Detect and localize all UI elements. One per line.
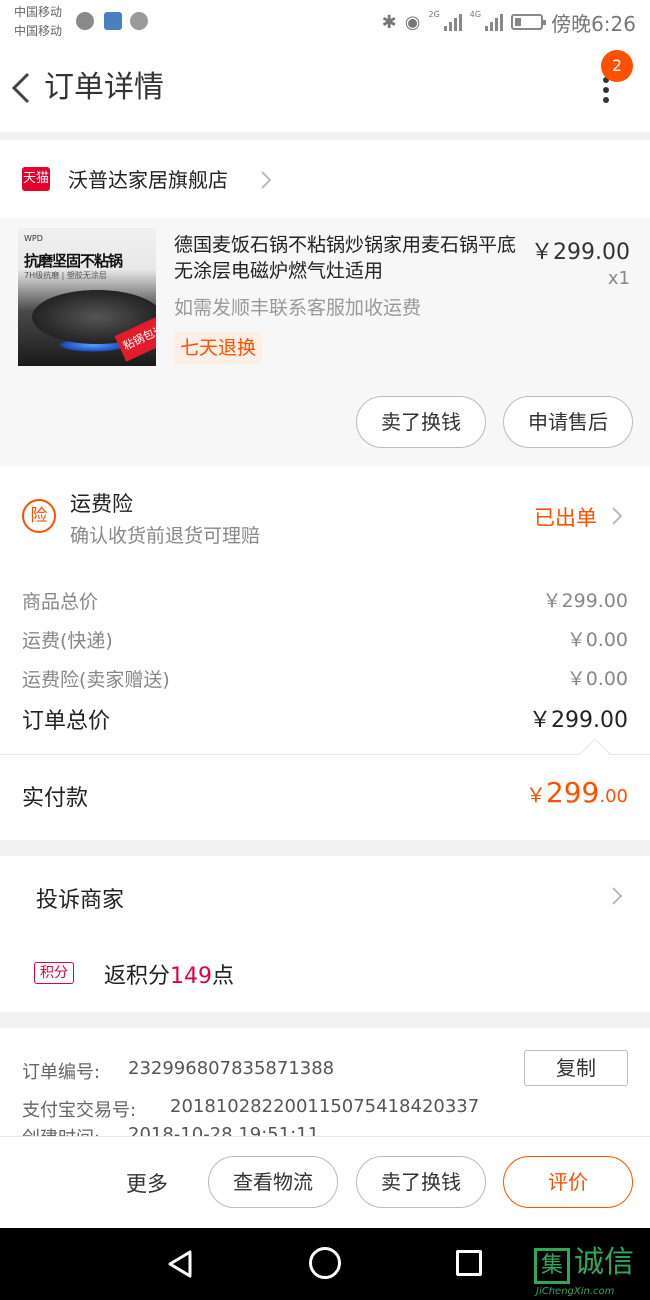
eye-icon: ◉ — [404, 11, 421, 33]
paid-value: ￥299.00 — [526, 776, 628, 809]
network-type-1: 2G — [428, 10, 440, 19]
order-number-label: 订单编号: — [22, 1062, 101, 1083]
paid-label: 实付款 — [22, 786, 89, 811]
insurance-title: 运费险 — [70, 492, 133, 516]
notification-badge: 2 — [601, 50, 633, 82]
chevron-right-icon — [612, 507, 623, 525]
fee-value-insurance: ￥0.00 — [566, 668, 628, 690]
points-badge: 积分 — [34, 962, 74, 984]
page-title: 订单详情 — [44, 70, 164, 105]
points-suffix: 点 — [212, 964, 235, 989]
complain-section — [0, 856, 650, 1012]
back-arrow-icon[interactable] — [8, 66, 38, 110]
battery-icon — [511, 14, 547, 30]
globe-icon — [76, 12, 94, 30]
nav-home-icon[interactable] — [309, 1247, 341, 1279]
nav-back-icon[interactable] — [164, 1248, 196, 1280]
complain-seller-link[interactable]: 投诉商家 — [36, 882, 124, 914]
more-link[interactable]: 更多 — [126, 1168, 168, 1198]
bluetooth-icon: ✱ — [381, 11, 397, 33]
carrier-label-1: 中国移动 — [14, 5, 63, 19]
clock: 傍晚6:26 — [551, 11, 636, 36]
thumb-brand: WPD — [24, 234, 43, 243]
fee-label-goods: 商品总价 — [22, 591, 99, 613]
copy-button[interactable]: 复制 — [524, 1050, 628, 1086]
sell-button-bottom[interactable]: 卖了换钱 — [356, 1156, 486, 1208]
after-sale-button[interactable]: 申请售后 — [503, 396, 633, 448]
fee-label-shipping: 运费(快递) — [22, 630, 113, 652]
status-icons: ✱ ◉ 2G 4G 傍晚6:26 — [381, 10, 636, 36]
network-type-2: 4G — [469, 10, 482, 19]
thumb-headline: 抗磨坚固不粘锅 — [24, 252, 123, 270]
points-text: 返积分149点 — [104, 958, 234, 990]
fee-label-insurance: 运费险(卖家赠送) — [22, 669, 170, 691]
signal-icon-1 — [443, 13, 462, 31]
view-logistics-button[interactable]: 查看物流 — [208, 1156, 338, 1208]
order-total-value: ￥299.00 — [529, 708, 628, 733]
order-number-value: 232996807835871388 — [128, 1058, 335, 1079]
shield-app-icon — [104, 12, 122, 30]
signal-icon-2 — [485, 13, 504, 31]
paid-integer: 299 — [545, 776, 600, 809]
order-total-label: 订单总价 — [22, 709, 111, 734]
status-bar: 中国移动 中国移动 ✱ ◉ 2G 4G 傍晚6:26 — [0, 0, 650, 44]
carrier-label-2: 中国移动 — [14, 24, 63, 38]
alipay-number-label: 支付宝交易号: — [22, 1100, 137, 1121]
product-title[interactable]: 德国麦饭石锅不粘锅炒锅家用麦石锅平底无涂层电磁炉燃气灶适用 — [174, 232, 524, 284]
fee-value-shipping: ￥0.00 — [566, 629, 628, 651]
wechat-icon — [130, 12, 148, 30]
tmall-logo: 天猫 — [22, 167, 50, 191]
title-bar: 订单详情 2 — [0, 44, 650, 132]
insurance-icon: 险 — [22, 499, 56, 533]
watermark-text: 诚信 — [574, 1245, 634, 1280]
service-tag: 七天退换 — [174, 332, 263, 364]
insurance-subtitle: 确认收货前退货可理赔 — [70, 525, 261, 547]
product-note: 如需发顺丰联系客服加收运费 — [174, 297, 422, 319]
review-button[interactable]: 评价 — [503, 1156, 633, 1208]
points-number: 149 — [170, 964, 213, 989]
thumb-subtitle: 7H级抗磨 | 塑胶无涂层 — [24, 271, 107, 280]
store-name[interactable]: 沃普达家居旗舰店 — [68, 166, 228, 194]
points-prefix: 返积分 — [104, 964, 171, 989]
paid-currency: ￥ — [525, 783, 546, 807]
sell-button[interactable]: 卖了换钱 — [356, 396, 486, 448]
product-quantity: x1 — [607, 268, 630, 289]
watermark-subtext: JiChengXin.com — [536, 1286, 615, 1297]
insurance-status[interactable]: 已出单 — [534, 502, 597, 532]
chevron-right-icon — [612, 887, 623, 905]
watermark-logo: 集 — [534, 1248, 570, 1284]
alipay-number-value: 2018102822001150754184203​37 — [170, 1096, 480, 1117]
fee-value-goods: ￥299.00 — [542, 590, 628, 612]
product-price: ￥299.00 — [531, 240, 630, 265]
paid-decimal: .00 — [599, 786, 628, 807]
chevron-right-icon — [261, 171, 272, 189]
product-thumbnail[interactable]: WPD 抗磨坚固不粘锅 7H级抗磨 | 塑胶无涂层 粘锅包退 — [18, 228, 156, 366]
nav-recent-icon[interactable] — [456, 1250, 482, 1276]
